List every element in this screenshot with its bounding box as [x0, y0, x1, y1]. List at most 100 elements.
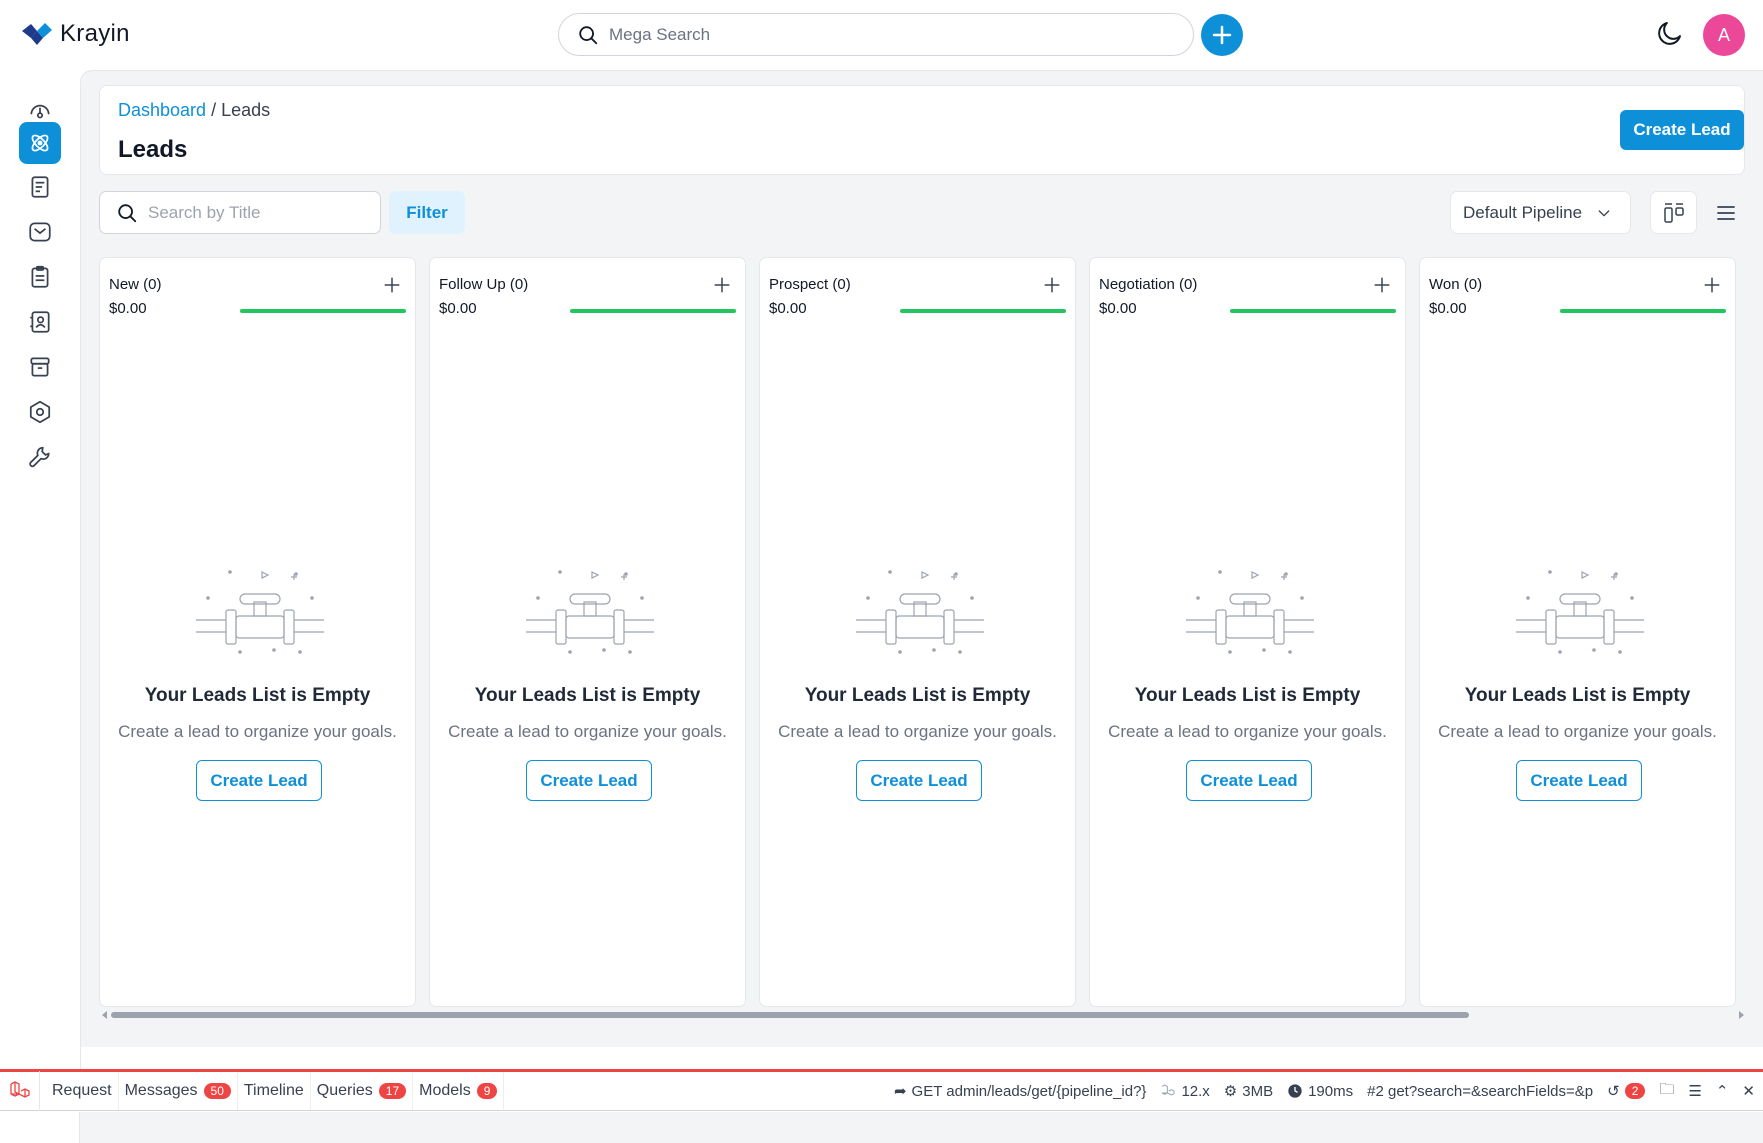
debug-tab-count: 9: [476, 1083, 498, 1099]
krayin-logo-icon: [22, 23, 52, 45]
sidebar-item-settings[interactable]: [19, 391, 61, 433]
debug-tab-label: Models: [419, 1082, 471, 1099]
kanban-view-toggle[interactable]: [1650, 191, 1697, 234]
empty-pipeline-icon: [856, 570, 984, 654]
kanban-column: Follow Up (0) $0.00 Your Leads List is E…: [429, 257, 746, 1007]
below-debug-sidebar: [0, 1112, 80, 1143]
debug-memory-text: 3MB: [1242, 1082, 1274, 1100]
moon-icon: [1658, 22, 1681, 45]
add-lead-plus-icon[interactable]: [1701, 274, 1723, 296]
mega-search-input[interactable]: [609, 24, 1169, 45]
activities-icon: [31, 265, 49, 288]
column-title: Prospect (0): [769, 276, 851, 293]
mail-icon: [29, 222, 51, 242]
debug-tab-timeline[interactable]: Timeline: [238, 1072, 311, 1110]
leads-icon: [31, 134, 49, 152]
add-lead-plus-icon[interactable]: [711, 274, 733, 296]
create-lead-button[interactable]: Create Lead: [856, 760, 982, 801]
breadcrumb: Dashboard / Leads: [118, 100, 270, 121]
create-lead-button[interactable]: Create Lead: [1186, 760, 1312, 801]
debug-tab-label: Messages: [124, 1082, 198, 1099]
laravel-small-icon: [1162, 1084, 1175, 1096]
column-title: Negotiation (0): [1099, 276, 1198, 293]
title-search[interactable]: [99, 191, 381, 234]
share-arrow-icon: ➦: [893, 1083, 907, 1100]
scroll-left-icon[interactable]: [101, 1011, 109, 1019]
debug-tab-models[interactable]: Models 9: [413, 1072, 505, 1110]
empty-state-subtitle: Create a lead to organize your goals.: [778, 722, 1057, 741]
pipeline-select[interactable]: Default Pipeline: [1450, 191, 1631, 234]
sidebar-item-mail[interactable]: [19, 211, 61, 253]
debug-tab-messages[interactable]: Messages 50: [119, 1072, 238, 1110]
column-amount: $0.00: [769, 300, 807, 317]
user-avatar[interactable]: A: [1703, 14, 1745, 56]
sidebar-item-configuration[interactable]: [19, 436, 61, 478]
debug-request-select[interactable]: #2 get?search=&searchFields=&p: [1367, 1083, 1593, 1100]
debug-time[interactable]: 190ms: [1287, 1083, 1353, 1100]
column-amount: $0.00: [439, 300, 477, 317]
below-debug-area: [0, 1112, 1763, 1143]
dark-mode-toggle[interactable]: [1655, 18, 1685, 48]
debug-version[interactable]: 12.x: [1160, 1083, 1210, 1100]
list-view-toggle[interactable]: [1706, 191, 1746, 234]
close-icon[interactable]: ✕: [1742, 1082, 1755, 1100]
debug-info: ➦ GET admin/leads/get/{pipeline_id?} 12.…: [894, 1072, 1755, 1110]
debug-route-text: GET admin/leads/get/{pipeline_id?}: [911, 1082, 1147, 1100]
page-header: Dashboard / Leads Leads Create Lead: [99, 85, 1745, 175]
empty-state-title: Your Leads List is Empty: [144, 685, 371, 706]
scrollbar-thumb[interactable]: [111, 1012, 1469, 1018]
dashboard-icon: [30, 104, 50, 119]
create-lead-button[interactable]: Create Lead: [196, 760, 322, 801]
add-lead-plus-icon[interactable]: [1371, 274, 1393, 296]
title-search-input[interactable]: [148, 202, 368, 223]
empty-state-title: Your Leads List is Empty: [804, 685, 1031, 706]
debug-tab-request[interactable]: Request: [46, 1072, 119, 1110]
column-progress-bar: [240, 309, 406, 313]
add-lead-plus-icon[interactable]: [1041, 274, 1063, 296]
create-lead-button[interactable]: Create Lead: [526, 760, 652, 801]
sidebar-item-activities[interactable]: [19, 256, 61, 298]
breadcrumb-separator: /: [211, 100, 217, 120]
debug-tab-label: Request: [52, 1082, 112, 1099]
debug-tab-count: 17: [378, 1083, 407, 1099]
folder-icon[interactable]: 🗀: [1659, 1079, 1674, 1104]
clock-icon: [1288, 1084, 1302, 1098]
sliders-icon[interactable]: ☰: [1688, 1082, 1701, 1100]
app-name: Krayin: [60, 20, 130, 47]
empty-state-title: Your Leads List is Empty: [1464, 685, 1691, 706]
settings-icon: [29, 400, 51, 424]
column-title: Won (0): [1429, 276, 1483, 293]
filter-button[interactable]: Filter: [389, 191, 465, 234]
horizontal-scrollbar[interactable]: [99, 1008, 1747, 1022]
sidebar-item-leads[interactable]: [19, 122, 61, 164]
chevron-up-icon[interactable]: ⌃: [1716, 1082, 1729, 1100]
debug-history[interactable]: ↺ 2: [1607, 1082, 1646, 1100]
create-lead-button[interactable]: Create Lead: [1516, 760, 1642, 801]
pipeline-select-value: Default Pipeline: [1463, 202, 1583, 222]
breadcrumb-dashboard-link[interactable]: Dashboard: [118, 100, 206, 120]
chevron-down-icon: [1598, 209, 1610, 216]
debug-route[interactable]: ➦ GET admin/leads/get/{pipeline_id?}: [893, 1082, 1147, 1101]
column-progress-bar: [570, 309, 736, 313]
debug-tab-queries[interactable]: Queries 17: [311, 1072, 414, 1110]
app-logo[interactable]: Krayin: [20, 20, 130, 48]
laravel-logo[interactable]: [0, 1071, 40, 1111]
create-lead-button[interactable]: Create Lead: [1620, 110, 1744, 150]
quotes-icon: [31, 176, 49, 198]
empty-state-subtitle: Create a lead to organize your goals.: [118, 722, 397, 741]
add-lead-plus-icon[interactable]: [381, 274, 403, 296]
cogs-icon: ⚙: [1223, 1083, 1238, 1100]
quick-create-button[interactable]: [1201, 14, 1243, 56]
sidebar-item-contacts[interactable]: [19, 301, 61, 343]
debug-tabs: Request Messages 50 Timeline Queries 17 Models…: [46, 1072, 505, 1110]
empty-pipeline-icon: [1516, 570, 1644, 654]
empty-pipeline-icon: [526, 570, 654, 654]
list-icon: [1717, 205, 1735, 220]
sidebar-item-products[interactable]: [19, 346, 61, 388]
scroll-right-icon[interactable]: [1737, 1011, 1745, 1019]
mega-search[interactable]: [558, 13, 1194, 56]
debug-memory[interactable]: ⚙ 3MB: [1223, 1082, 1274, 1101]
sidebar-item-quotes[interactable]: [19, 166, 61, 208]
search-icon: [118, 203, 137, 222]
wrench-icon: [29, 446, 50, 468]
